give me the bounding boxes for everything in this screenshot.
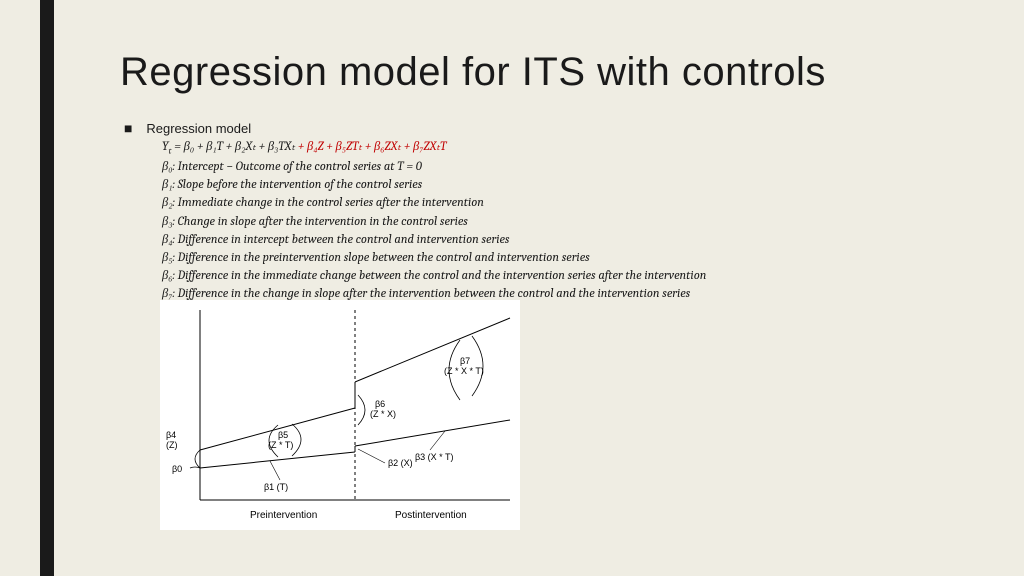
eq-black: = β₀ + β₁T + β₂Xₜ + β₃TXₜ	[172, 140, 296, 154]
lbl-b4-b: (Z)	[166, 440, 178, 450]
beta-row-2: β₂: Immediate change in the control seri…	[162, 194, 706, 212]
accent-bar	[40, 0, 54, 576]
beta-row-1: β₁: Slope before the intervention of the…	[162, 176, 706, 194]
beta-desc: Slope before the intervention of the con…	[178, 178, 423, 192]
beta-sym: β₂	[162, 196, 173, 210]
lbl-b7-a: β7	[460, 356, 470, 366]
beta-desc: Difference in the immediate change betwe…	[178, 269, 707, 283]
lead-b3	[430, 431, 445, 450]
lbl-b4-a: β4	[166, 430, 176, 440]
lbl-b0: β0	[172, 464, 182, 474]
beta-desc: Difference in intercept between the cont…	[178, 233, 510, 247]
beta-sym: β₁	[162, 178, 173, 192]
lbl-b3: β3 (X * T)	[415, 452, 454, 462]
beta-desc: Difference in the change in slope after …	[178, 287, 691, 301]
slide-title: Regression model for ITS with controls	[120, 50, 826, 95]
lead-b1	[270, 461, 280, 480]
lbl-b2: β2 (X)	[388, 458, 413, 468]
beta-desc: Immediate change in the control series a…	[178, 196, 484, 210]
beta-sym: β₄	[162, 233, 173, 247]
beta-sym: β₅	[162, 251, 173, 265]
lbl-b5-a: β5	[278, 430, 288, 440]
its-diagram: β0 β4 (Z) β1 (T) β5 (Z * T) β2 (X) β6 (Z…	[160, 300, 520, 530]
control-pre	[200, 452, 355, 468]
arc-b4	[195, 450, 200, 468]
equation-main: Yt = β₀ + β₁T + β₂Xₜ + β₃TXₜ + β₄Z + β₅Z…	[162, 138, 706, 158]
bullet-row: ■ Regression model	[124, 120, 251, 136]
lead-b2	[358, 449, 385, 463]
beta-desc: Intercept − Outcome of the control serie…	[178, 160, 422, 174]
beta-row-6: β₆: Difference in the immediate change b…	[162, 267, 706, 285]
beta-sym: β₀	[162, 160, 173, 174]
eq-lhs: Yt	[162, 140, 172, 154]
interv-post	[355, 318, 510, 382]
beta-row-5: β₅: Difference in the preintervention sl…	[162, 249, 706, 267]
beta-sym: β₇	[162, 287, 173, 301]
eq-red: + β₄Z + β₅ZTₜ + β₆ZXₜ + β₇ZXₜT	[295, 140, 446, 154]
control-post	[355, 420, 510, 446]
equation-block: Yt = β₀ + β₁T + β₂Xₜ + β₃TXₜ + β₄Z + β₅Z…	[162, 138, 706, 303]
beta-sym: β₆	[162, 269, 173, 283]
its-svg: β0 β4 (Z) β1 (T) β5 (Z * T) β2 (X) β6 (Z…	[160, 300, 520, 530]
lbl-b1: β1 (T)	[264, 482, 288, 492]
beta-row-3: β₃: Change in slope after the interventi…	[162, 213, 706, 231]
lbl-postintervention: Postintervention	[395, 510, 467, 521]
bullet-text: Regression model	[146, 121, 251, 136]
arc-b5r	[292, 424, 301, 456]
lbl-b7-b: (Z * X * T)	[444, 366, 484, 376]
beta-row-4: β₄: Difference in intercept between the …	[162, 231, 706, 249]
arc-b6	[358, 395, 365, 425]
lbl-b6-a: β6	[375, 399, 385, 409]
beta-sym: β₃	[162, 215, 173, 229]
lbl-preintervention: Preintervention	[250, 510, 317, 521]
bullet-square-icon: ■	[124, 120, 132, 136]
lbl-b6-b: (Z * X)	[370, 409, 396, 419]
slide: Regression model for ITS with controls ■…	[0, 0, 1024, 576]
lbl-b5-b: (Z * T)	[268, 440, 293, 450]
beta-desc: Change in slope after the intervention i…	[178, 215, 468, 229]
beta-desc: Difference in the preintervention slope …	[178, 251, 590, 265]
beta-row-0: β₀: Intercept − Outcome of the control s…	[162, 158, 706, 176]
arc-b0	[190, 467, 200, 468]
